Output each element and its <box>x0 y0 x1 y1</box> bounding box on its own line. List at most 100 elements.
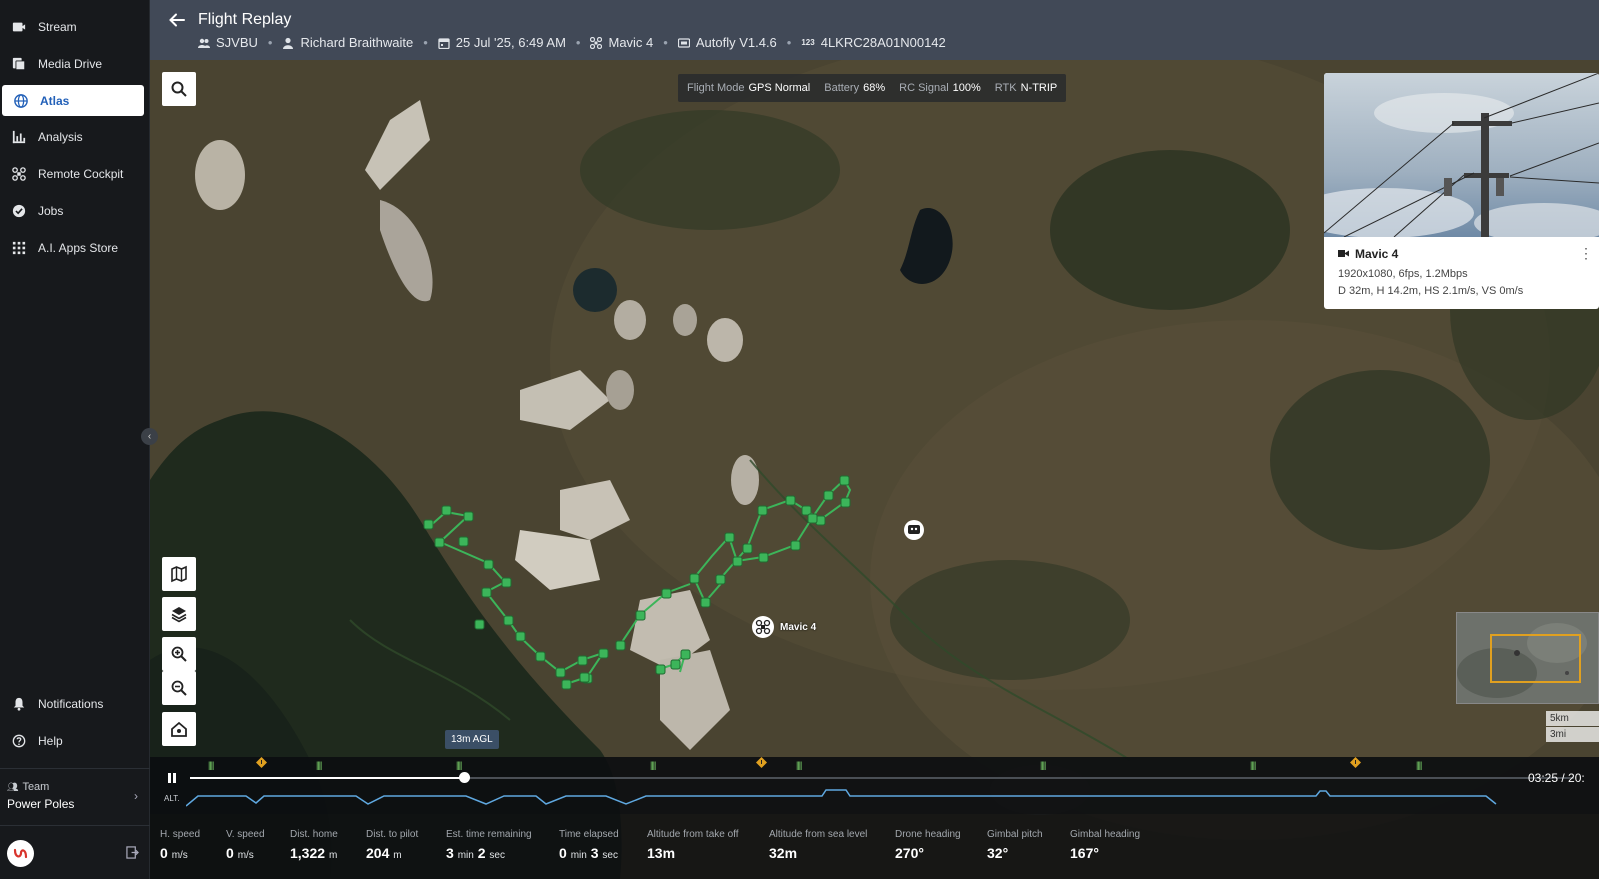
battery-value: 68% <box>863 82 886 94</box>
map-view-button[interactable] <box>162 557 196 591</box>
sidebar-item-label: A.I. Apps Store <box>38 240 119 255</box>
value-number: 1,322 <box>290 845 326 861</box>
team-icon: 👥︎ <box>7 781 19 792</box>
event-tick: |||| <box>1040 760 1046 770</box>
warning-icon <box>1350 757 1361 768</box>
drone-map-label: Mavic 4 <box>780 622 817 633</box>
home-location-button[interactable] <box>162 712 196 746</box>
sidebar-item-help[interactable]: Help <box>0 725 150 756</box>
h-speed: H. speed 0 m/s <box>160 829 200 861</box>
sidebar-item-atlas[interactable]: Atlas <box>2 85 144 116</box>
event-markers: |||| |||| |||| |||| |||| |||| |||| |||| <box>200 757 1560 771</box>
meta-serial-label: 4LKRC28A01N00142 <box>820 35 946 50</box>
video-camera-name: Mavic 4 <box>1338 247 1398 261</box>
overview-minimap[interactable] <box>1456 612 1599 704</box>
telemetry-value: 167° <box>1070 845 1099 861</box>
brand-logo-icon <box>13 848 28 859</box>
telemetry-label: Dist. home <box>290 829 338 840</box>
dist-home: Dist. home 1,322 m <box>290 829 338 861</box>
value-unit: sec <box>602 850 618 861</box>
scale-mi: 3mi <box>1546 727 1599 742</box>
event-tick: |||| <box>796 760 802 770</box>
event-tick: |||| <box>1250 760 1256 770</box>
team-label-row: 👥︎ Team <box>7 781 143 793</box>
rtk-value: N-TRIP <box>1020 82 1058 94</box>
bell-icon <box>12 697 26 711</box>
altitude-profile <box>186 789 1497 807</box>
telemetry-value: 270° <box>895 845 924 861</box>
est-time-remaining: Est. time remaining 3 min 2 sec <box>446 829 532 861</box>
map-layers-button[interactable] <box>162 597 196 631</box>
meta-serial: 123 4LKRC28A01N00142 <box>801 35 945 50</box>
globe-icon <box>14 93 28 108</box>
back-arrow-icon[interactable] <box>168 11 186 29</box>
sidebar-item-media-drive[interactable]: Media Drive <box>0 48 150 79</box>
telemetry-label: Gimbal heading <box>1070 829 1141 840</box>
value-number: 3 <box>590 845 599 861</box>
media-icon <box>12 57 26 71</box>
person-icon <box>283 37 294 49</box>
value-unit: m <box>328 850 338 861</box>
video-frame <box>1324 73 1599 237</box>
camera-icon <box>12 20 26 34</box>
value-unit: m/s <box>237 850 254 861</box>
telemetry-value: 0 m/s <box>160 845 200 861</box>
sidebar-item-notifications[interactable]: Notifications <box>0 688 150 719</box>
sidebar-item-remote-cockpit[interactable]: Remote Cockpit <box>0 158 150 189</box>
event-tick: |||| <box>316 760 322 770</box>
flight-mode-label: Flight Mode <box>687 82 745 94</box>
telemetry-label: Time elapsed <box>559 829 619 840</box>
sidebar: Stream Media Drive Atlas Analysis Remote… <box>0 0 150 879</box>
value-unit: min <box>457 850 474 861</box>
page-header: Flight Replay SJVBU • Richard Braithwait… <box>150 0 1599 60</box>
team-name: Power Poles <box>7 797 75 811</box>
collapse-sidebar-button[interactable]: ‹ <box>141 428 158 445</box>
time-elapsed: Time elapsed 0 min 3 sec <box>559 829 619 861</box>
pause-icon[interactable] <box>166 772 178 784</box>
layers-icon <box>171 607 187 623</box>
sidebar-item-label: Notifications <box>38 696 104 711</box>
sidebar-item-analysis[interactable]: Analysis <box>0 121 150 152</box>
bar-chart-icon <box>12 130 26 144</box>
value-unit: sec <box>489 850 505 861</box>
user-avatar-logo[interactable] <box>7 840 34 867</box>
video-camera-label: Mavic 4 <box>1355 247 1399 261</box>
flight-meta: SJVBU • Richard Braithwaite • 25 Jul '25… <box>198 35 946 50</box>
telemetry-value: 3 min 2 sec <box>446 845 532 861</box>
home-icon <box>171 721 187 737</box>
video-feed-panel[interactable]: Mavic 4 1920x1080, 6fps, 1.2Mbps D 32m, … <box>1324 73 1599 309</box>
help-icon <box>12 734 26 748</box>
event-tick: |||| <box>208 760 214 770</box>
meta-software-label: Autofly V1.4.6 <box>695 35 777 50</box>
meta-separator: • <box>663 35 668 50</box>
zoom-out-button[interactable] <box>162 671 196 705</box>
telemetry-label: Altitude from take off <box>647 829 739 840</box>
logout-icon[interactable] <box>126 846 139 859</box>
flight-replay-app: Stream Media Drive Atlas Analysis Remote… <box>0 0 1599 879</box>
warning-icon <box>256 757 267 768</box>
video-spec: 1920x1080, 6fps, 1.2Mbps <box>1338 268 1468 280</box>
rc-signal-label: RC Signal <box>899 82 949 94</box>
scale-km: 5km <box>1546 711 1599 726</box>
sidebar-item-ai-apps-store[interactable]: A.I. Apps Store <box>0 232 150 263</box>
sidebar-item-label: Remote Cockpit <box>38 166 124 181</box>
playback-scrubber[interactable] <box>459 772 471 783</box>
zoom-in-button[interactable] <box>162 637 196 671</box>
warning-icon <box>756 757 767 768</box>
value-number: 0 <box>559 845 567 861</box>
sidebar-item-label: Stream <box>38 19 77 34</box>
meta-pilot-label: Richard Braithwaite <box>300 35 414 50</box>
drone-heading: Drone heading 270° <box>895 829 961 861</box>
telemetry-value: 1,322 m <box>290 845 338 861</box>
chevron-right-icon: › <box>134 789 138 803</box>
minimap-viewport[interactable] <box>1490 634 1581 683</box>
team-selector[interactable]: 👥︎ Team Power Poles › <box>0 768 150 826</box>
more-options-icon[interactable]: ⋮ <box>1579 245 1593 262</box>
sidebar-item-jobs[interactable]: Jobs <box>0 195 150 226</box>
sidebar-item-stream[interactable]: Stream <box>0 11 150 42</box>
video-telemetry: D 32m, H 14.2m, HS 2.1m/s, VS 0m/s <box>1338 285 1524 297</box>
map-search-button[interactable] <box>162 72 196 106</box>
rc-signal-value: 100% <box>952 82 981 94</box>
value-unit: m <box>393 850 402 861</box>
replay-timeline[interactable]: |||| |||| |||| |||| |||| |||| |||| |||| … <box>150 757 1599 814</box>
